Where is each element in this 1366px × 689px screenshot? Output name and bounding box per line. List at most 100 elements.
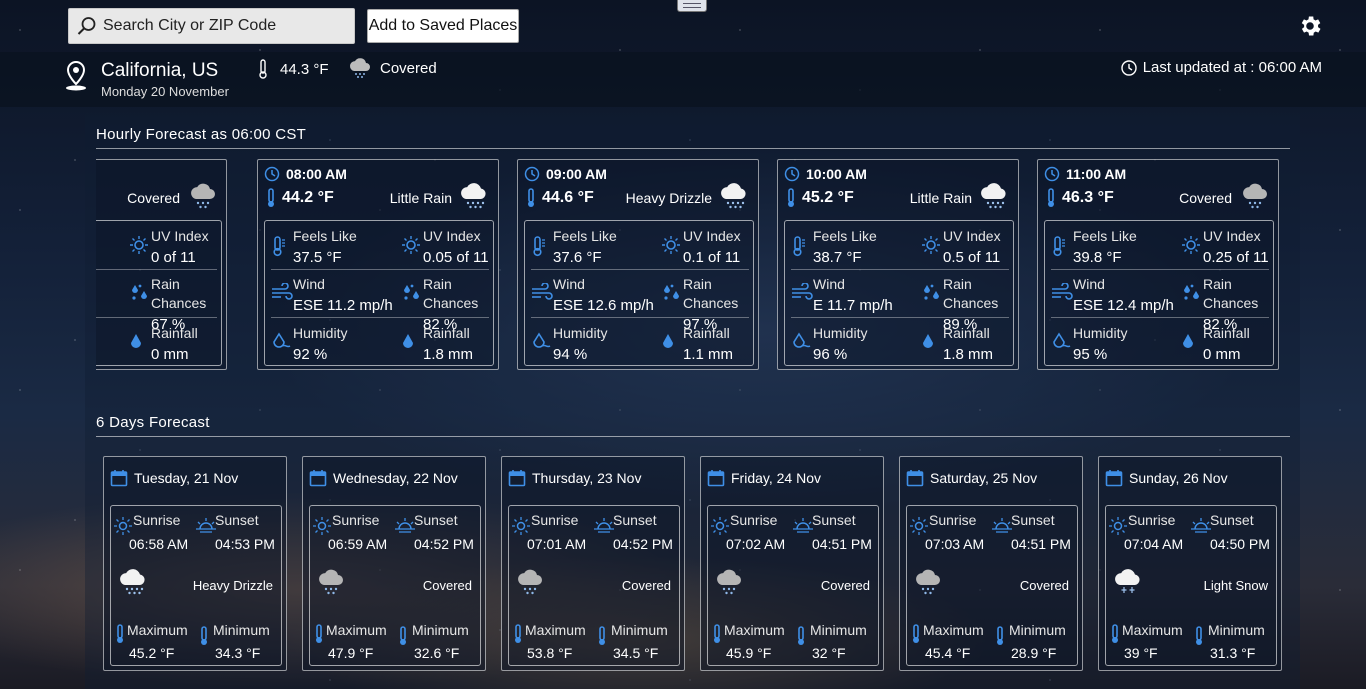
feels-like-cell: Feels Like 39.8 °F <box>1073 227 1137 267</box>
thermometer-icon <box>398 626 408 651</box>
daily-condition: Light Snow <box>1203 578 1268 593</box>
daily-day-name: Friday, 24 Nov <box>731 470 821 486</box>
humidity-label: Humidity <box>1073 325 1128 341</box>
hourly-time-value: 08:00 AM <box>286 166 347 182</box>
rainfall-label: Rainfall <box>151 325 198 341</box>
uv-index-cell: UV Index 0.5 of 11 <box>943 227 1001 267</box>
uv-index-label: UV Index <box>1203 228 1261 244</box>
search-box[interactable] <box>68 8 355 44</box>
sunrise-label: Sunrise <box>531 512 579 528</box>
sunset-value: 04:51 PM <box>1011 536 1071 552</box>
settings-gear-icon[interactable] <box>1297 13 1323 39</box>
thermometer-icon <box>528 188 534 207</box>
wind-icon <box>791 282 813 306</box>
feels-like-icon <box>531 235 547 262</box>
rainfall-value: 0 mm <box>151 346 189 363</box>
maximum-value: 45.4 °F <box>925 645 971 661</box>
rainfall-value: 1.8 mm <box>943 346 994 363</box>
location-bar: California, US Monday 20 November 44.3 °… <box>0 52 1366 107</box>
uv-sun-icon <box>401 235 421 260</box>
hourly-temp-value: 44.2 °F <box>282 189 334 206</box>
uv-index-value: 0.5 of 11 <box>943 249 1001 266</box>
daily-day-header: Thursday, 23 Nov <box>508 469 641 487</box>
hourly-forecast-strip[interactable]: CoveredFeels LikeUV Index0 of 11Wind/hRa… <box>96 157 1290 373</box>
sunrise-label: Sunrise <box>332 512 380 528</box>
thermometer-icon <box>115 624 125 649</box>
rainfall-cell: Rainfall 1.1 mm <box>683 324 733 364</box>
uv-index-cell: UV Index 0.1 of 11 <box>683 227 741 267</box>
sunset-icon <box>1190 516 1212 539</box>
cloud-rain-white-icon <box>718 182 750 215</box>
humidity-value: 94 % <box>553 346 588 363</box>
feels-like-label: Feels Like <box>553 228 617 244</box>
minimum-value: 31.3 °F <box>1210 645 1256 661</box>
hourly-condition: Little Rain <box>909 190 972 206</box>
wind-cell: Wind ESE 11.2 mp/h <box>293 275 393 315</box>
hourly-temp: 44.2 °F <box>266 188 334 208</box>
search-icon <box>77 17 96 35</box>
sunset-label: Sunset <box>215 512 259 528</box>
maximum-label: Maximum <box>724 622 785 638</box>
sunset-label: Sunset <box>414 512 458 528</box>
cloud-rain-icon <box>188 182 218 215</box>
thermometer-icon <box>1194 626 1204 651</box>
daily-day-name: Wednesday, 22 Nov <box>333 470 458 486</box>
thermometer-icon <box>259 59 267 79</box>
rainfall-drop-icon <box>1181 332 1195 357</box>
maximum-label: Maximum <box>1122 622 1183 638</box>
sunrise-value: 07:02 AM <box>726 536 786 552</box>
humidity-label: Humidity <box>813 325 868 341</box>
feels-like-value: 38.7 °F <box>813 249 862 266</box>
humidity-icon <box>531 332 553 357</box>
rain-chances-label: Rain Chances <box>1203 276 1259 311</box>
maximum-value: 39 °F <box>1124 645 1158 661</box>
wind-cell: Wind E 11.7 mp/h <box>813 275 893 315</box>
rainfall-value: 0 mm <box>1203 346 1241 363</box>
uv-sun-icon <box>1181 235 1201 260</box>
uv-index-value: 0.1 of 11 <box>683 249 741 266</box>
cloud-rain-white-icon <box>117 568 149 601</box>
wind-cell: Wind ESE 12.4 mp/h <box>1073 275 1174 315</box>
sunset-value: 04:51 PM <box>812 536 872 552</box>
sunrise-label: Sunrise <box>1128 512 1176 528</box>
thermometer-icon <box>1110 624 1120 649</box>
search-input[interactable] <box>103 17 343 35</box>
daily-forecast-title: 6 Days Forecast <box>96 414 210 431</box>
daily-card: Friday, 24 Nov Sunrise 07:02 AM Sunset 04:51… <box>700 456 884 671</box>
window-grip-handle[interactable] <box>677 0 707 12</box>
wind-icon <box>531 282 553 306</box>
rainfall-cell: Rainfall 1.8 mm <box>423 324 473 364</box>
humidity-icon <box>1051 332 1073 357</box>
uv-index-cell: UV Index 0.05 of 11 <box>423 227 489 267</box>
maximum-label: Maximum <box>326 622 387 638</box>
sunset-icon <box>593 516 615 539</box>
sunrise-label: Sunrise <box>133 512 181 528</box>
clock-icon <box>784 166 800 182</box>
current-temp-value: 44.3 °F <box>280 60 329 78</box>
rain-chances-label: Rain Chances <box>683 276 739 311</box>
hourly-details: Feels Like 37.6 °F UV Index 0.1 of 11 Wind ES… <box>524 220 754 366</box>
daily-card: Wednesday, 22 Nov Sunrise 06:59 AM Sunset 04… <box>302 456 486 671</box>
uv-index-cell: UV Index 0 of 11 <box>151 227 209 267</box>
hourly-time: 08:00 AM <box>264 166 347 182</box>
divider <box>96 269 217 270</box>
feels-like-value: 39.8 °F <box>1073 249 1122 266</box>
humidity-cell: Humidity 94 % <box>553 324 607 364</box>
last-updated: Last updated at : 06:00 AM <box>1121 59 1322 76</box>
calendar-icon <box>707 470 725 487</box>
daily-details: Sunrise 06:59 AM Sunset 04:52 PM Covered Maxi… <box>309 505 481 666</box>
current-date: Monday 20 November <box>101 84 229 99</box>
rainfall-label: Rainfall <box>1203 325 1250 341</box>
daily-day-name: Tuesday, 21 Nov <box>134 470 239 486</box>
hourly-details: Feels Like 38.7 °F UV Index 0.5 of 11 Wind E … <box>784 220 1014 366</box>
rainfall-cell: Rainfall 0 mm <box>151 324 198 364</box>
cloud-rain-icon <box>515 568 545 601</box>
sunrise-label: Sunrise <box>730 512 778 528</box>
sunset-icon <box>991 516 1013 539</box>
hourly-temp: 45.2 °F <box>786 188 854 208</box>
uv-sun-icon <box>921 235 941 260</box>
hourly-time-value: 09:00 AM <box>546 166 607 182</box>
add-to-saved-places-button[interactable]: Add to Saved Places <box>367 9 519 43</box>
hourly-forecast-title: Hourly Forecast as 06:00 CST <box>96 126 307 143</box>
daily-details: Sunrise 06:58 AM Sunset 04:53 PM Heavy Drizz… <box>110 505 282 666</box>
